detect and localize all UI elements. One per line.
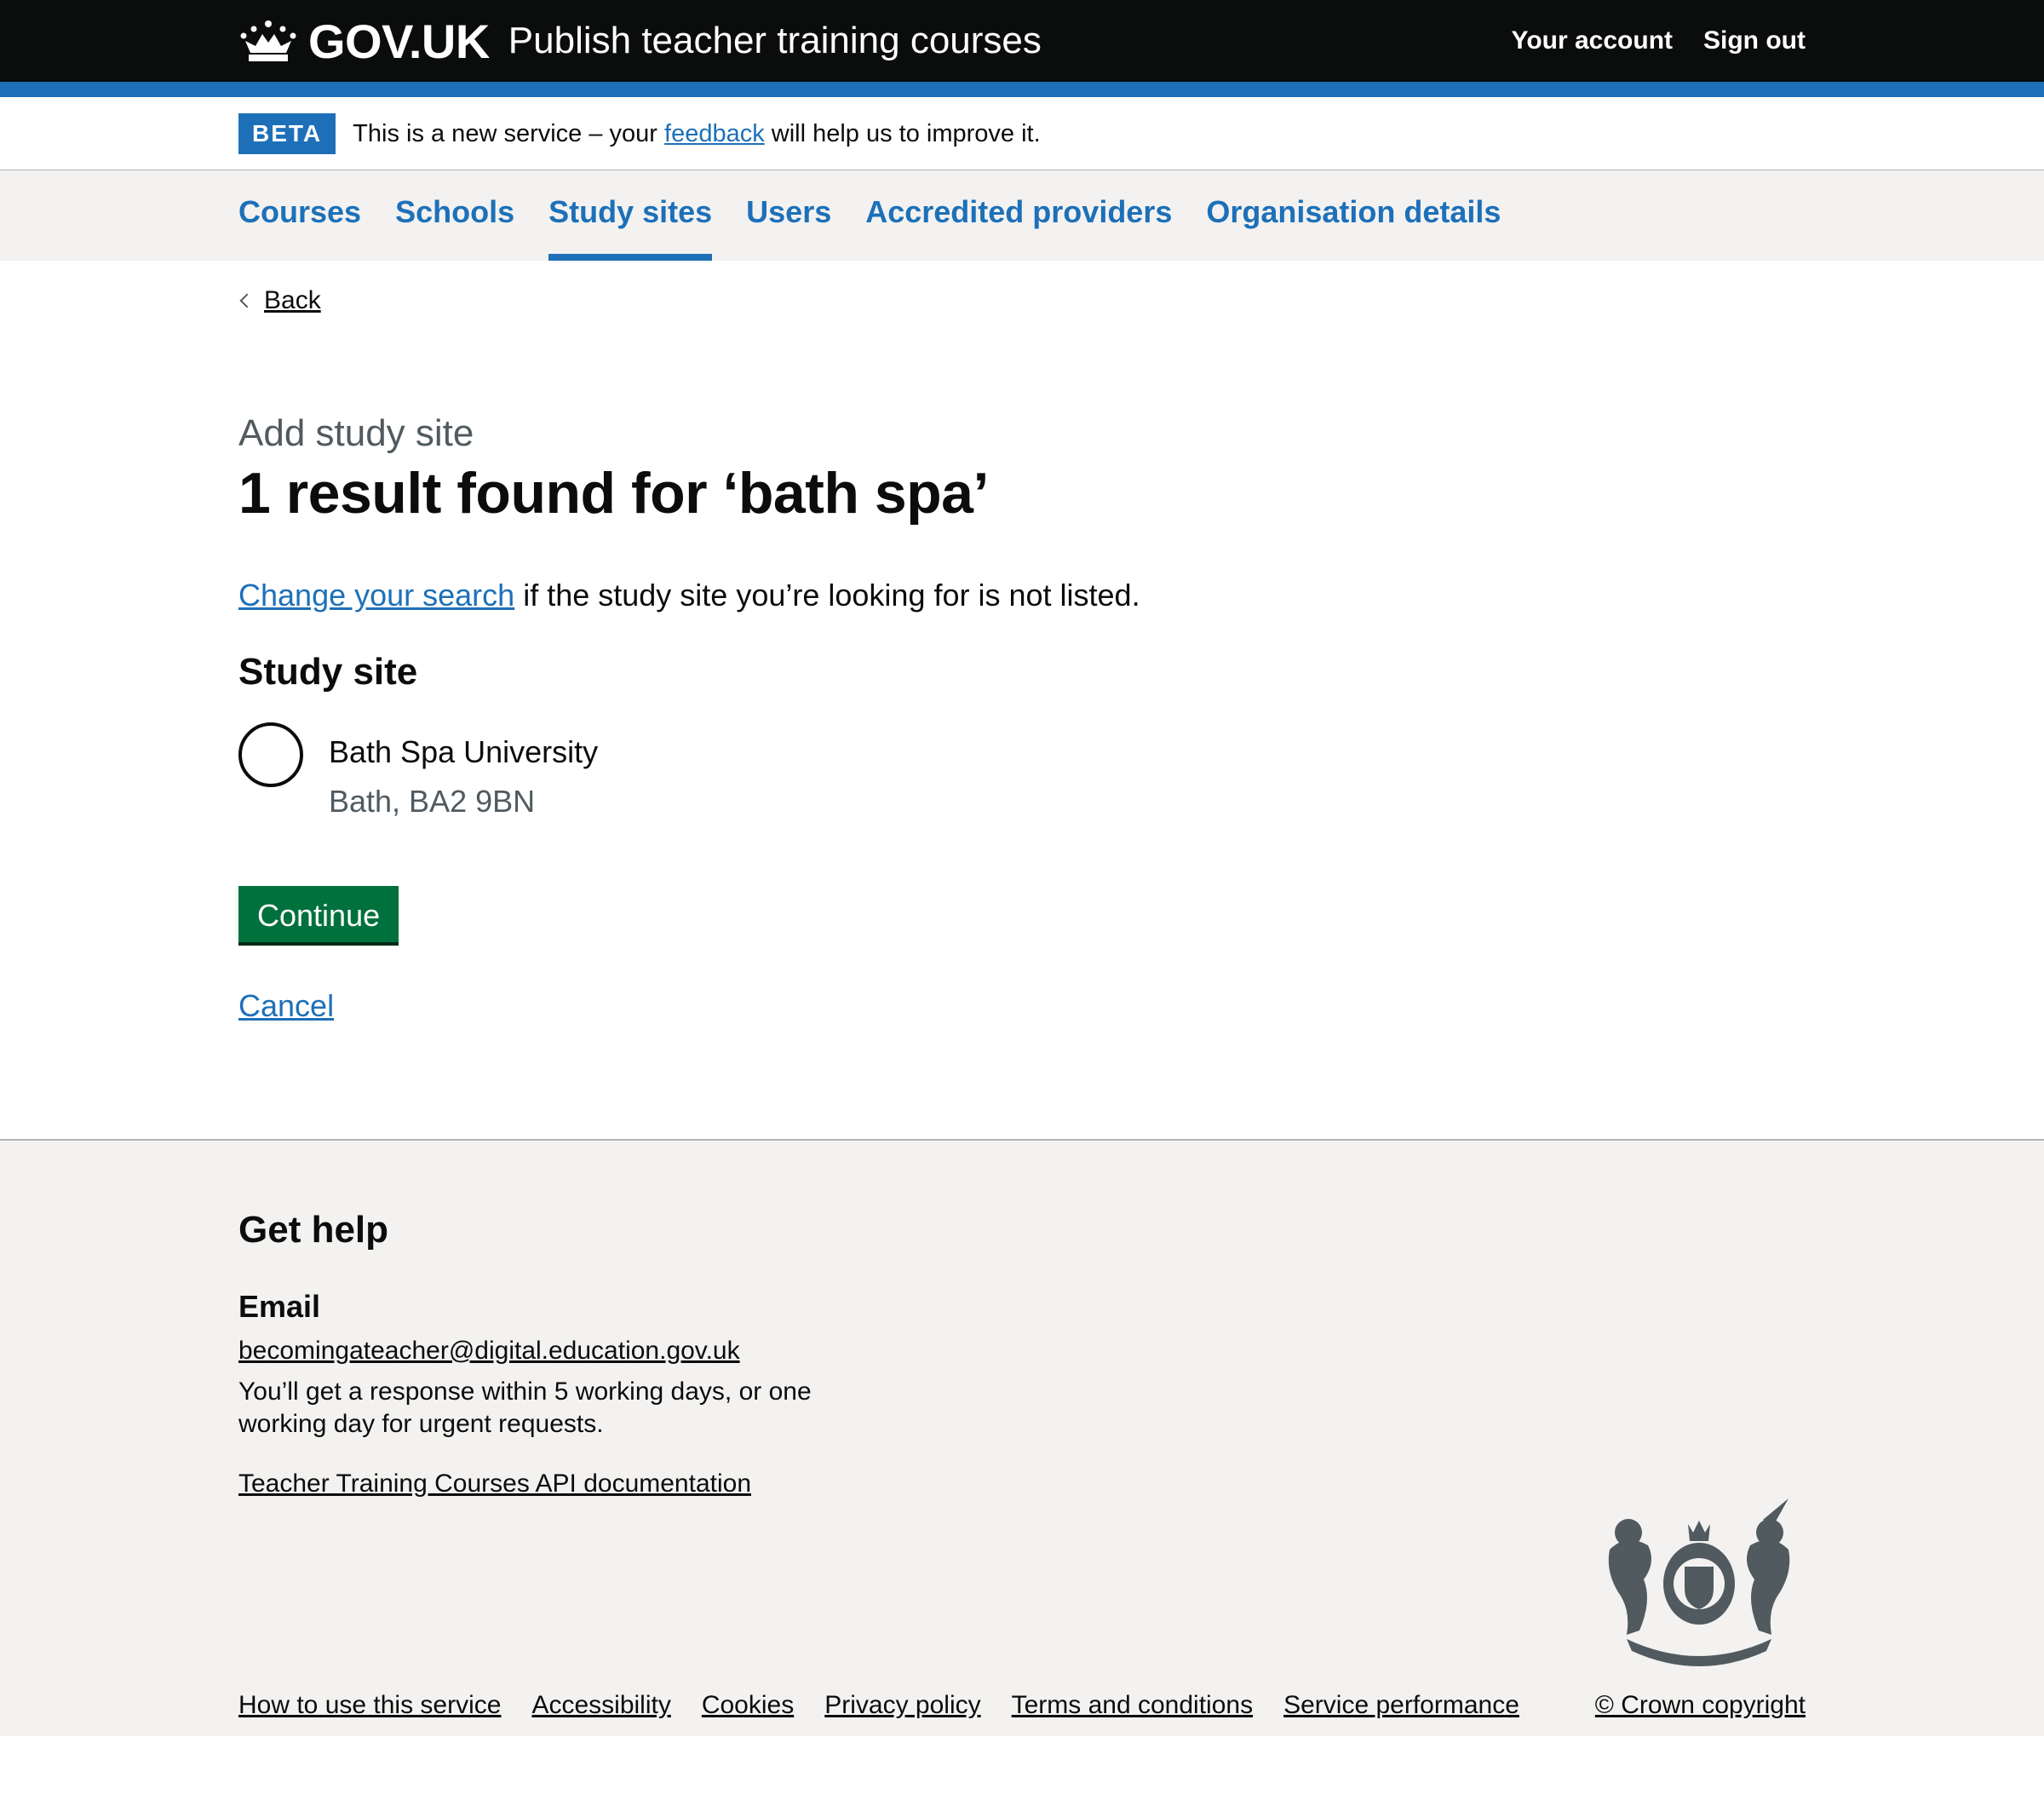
footer-link-service-performance[interactable]: Service performance	[1283, 1691, 1519, 1720]
footer-link-cookies[interactable]: Cookies	[702, 1691, 794, 1720]
nav-study-sites[interactable]: Study sites	[548, 194, 713, 261]
footer-heading: Get help	[238, 1209, 389, 1251]
phase-text-after: will help us to improve it.	[764, 119, 1041, 147]
radio-option-bath-spa[interactable]: Bath Spa University Bath, BA2 9BN	[238, 722, 1806, 820]
radio-hint: Bath, BA2 9BN	[329, 784, 536, 819]
site-header: GOV.UK Publish teacher training courses …	[0, 0, 2044, 97]
nav-accredited-providers[interactable]: Accredited providers	[865, 194, 1172, 261]
footer-link-accessibility[interactable]: Accessibility	[531, 1691, 670, 1720]
feedback-link[interactable]: feedback	[664, 120, 765, 147]
main-content: Back Add study site 1 result found for ‘…	[238, 261, 1806, 1024]
beta-tag: BETA	[238, 113, 336, 154]
page-caption: Add study site	[238, 412, 474, 454]
phase-banner-text: This is a new service – your feedback wi…	[353, 120, 1041, 148]
sign-out-link[interactable]: Sign out	[1703, 26, 1806, 55]
royal-coat-of-arms-icon	[1608, 1498, 1790, 1666]
page-title: 1 result found for ‘bath spa’	[238, 461, 989, 526]
nav-organisation-details[interactable]: Organisation details	[1206, 194, 1501, 261]
crown-icon	[240, 20, 296, 61]
change-search-suffix: if the study site you’re looking for is …	[514, 578, 1140, 613]
footer-link-privacy-policy[interactable]: Privacy policy	[824, 1691, 980, 1720]
back-link[interactable]: Back	[264, 286, 321, 315]
email-heading: Email	[238, 1289, 321, 1324]
primary-navigation: Courses Schools Study sites Users Accred…	[0, 170, 2044, 261]
nav-schools[interactable]: Schools	[395, 194, 514, 261]
change-search-text: Change your search if the study site you…	[238, 578, 1806, 613]
change-search-link[interactable]: Change your search	[238, 578, 514, 613]
phase-text-before: This is a new service – your	[353, 119, 665, 147]
cancel-link[interactable]: Cancel	[238, 988, 1806, 1024]
nav-users[interactable]: Users	[746, 194, 831, 261]
footer-link-how-to-use[interactable]: How to use this service	[238, 1691, 501, 1720]
support-email-link[interactable]: becomingateacher@digital.education.gov.u…	[238, 1337, 740, 1366]
site-footer: Get help Email becomingateacher@digital.…	[0, 1139, 2044, 1736]
radio-labels: Bath Spa University Bath, BA2 9BN	[329, 722, 598, 820]
footer-links: How to use this service Accessibility Co…	[238, 1691, 1519, 1720]
radio-label[interactable]: Bath Spa University	[329, 734, 598, 770]
api-documentation-link[interactable]: Teacher Training Courses API documentati…	[238, 1470, 751, 1498]
nav-courses[interactable]: Courses	[238, 194, 361, 261]
footer-link-terms[interactable]: Terms and conditions	[1012, 1691, 1253, 1720]
chevron-left-icon	[239, 293, 255, 308]
continue-button[interactable]: Continue	[238, 886, 399, 942]
phase-banner: BETA This is a new service – your feedba…	[0, 97, 2044, 170]
back-link-wrapper: Back	[238, 286, 321, 315]
response-time-text: You’ll get a response within 5 working d…	[238, 1378, 812, 1438]
your-account-link[interactable]: Your account	[1512, 26, 1673, 55]
service-name[interactable]: Publish teacher training courses	[508, 20, 1042, 62]
crown-copyright-link[interactable]: © Crown copyright	[1595, 1691, 1806, 1720]
fieldset-legend: Study site	[238, 651, 418, 693]
logo-text: GOV.UK	[308, 14, 490, 68]
radio-button[interactable]	[238, 722, 303, 787]
govuk-logo-link[interactable]: GOV.UK	[238, 14, 490, 69]
account-links: Your account Sign out	[1512, 26, 1806, 55]
